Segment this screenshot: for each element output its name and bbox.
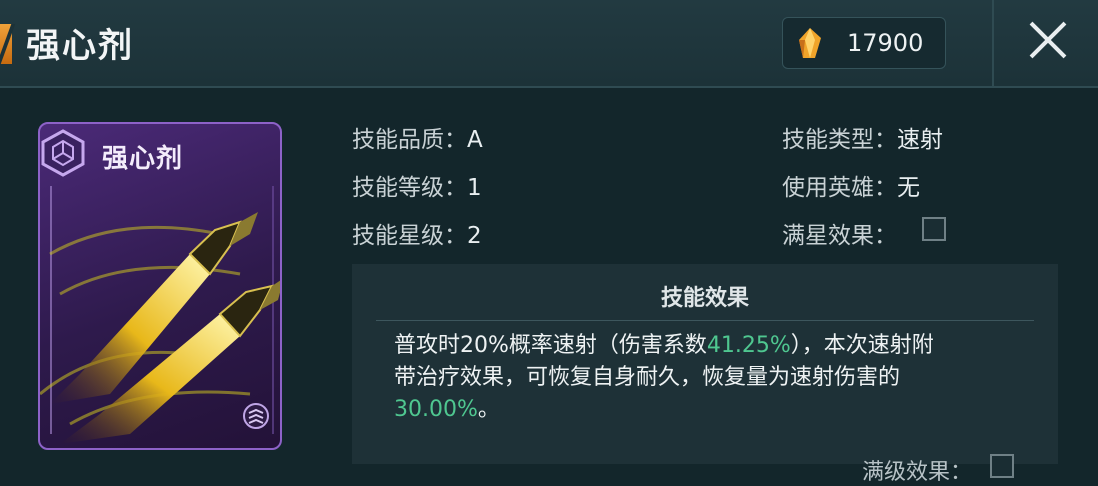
effect-description: 普攻时20%概率速射（伤害系数41.25%），本次速射附 带治疗效果，可恢复自身… xyxy=(394,330,1034,426)
star-row: 技能星级：2 xyxy=(352,216,482,250)
effect-line1-c: ），本次速射附 xyxy=(790,333,934,358)
skill-effect-panel: 技能效果 普攻时20%概率速射（伤害系数41.25%），本次速射附 带治疗效果，… xyxy=(352,264,1058,464)
level-label: 技能等级： xyxy=(352,175,467,201)
quality-row: 技能品质：A xyxy=(352,120,483,154)
star-label: 技能星级： xyxy=(352,223,467,249)
maxstar-checkbox[interactable] xyxy=(922,217,946,241)
level-value: 1 xyxy=(467,175,482,201)
effect-line2: 带治疗效果，可恢复自身耐久，恢复量为速射伤害的 xyxy=(394,365,901,390)
maxlevel-checkbox[interactable] xyxy=(990,454,1014,478)
effect-line3-b: 。 xyxy=(477,397,500,422)
type-label: 技能类型： xyxy=(782,127,897,153)
page-title: 强心剂 xyxy=(26,26,134,66)
crystal-gem-icon xyxy=(799,28,821,58)
quality-label: 技能品质： xyxy=(352,127,467,153)
maxstar-label: 满星效果： xyxy=(782,223,897,249)
currency-display: 17900 xyxy=(782,17,946,69)
effect-line1-a: 普攻时20%概率速射（伤害系数 xyxy=(394,333,707,358)
hexagon-emblem-icon xyxy=(41,129,85,177)
level-row: 技能等级：1 xyxy=(352,168,482,202)
top-bar: 强心剂 17900 xyxy=(0,0,1098,88)
hero-row: 使用英雄：无 xyxy=(782,168,920,202)
star-value: 2 xyxy=(467,223,482,249)
hero-value: 无 xyxy=(897,175,920,201)
quality-value: A xyxy=(467,127,483,153)
damage-coefficient: 41.25% xyxy=(706,333,791,358)
title-accent xyxy=(0,24,12,64)
rank-chevron-icon xyxy=(243,403,269,429)
card-title: 强心剂 xyxy=(102,144,184,174)
heal-percent: 30.00% xyxy=(394,397,478,422)
currency-amount: 17900 xyxy=(847,29,924,57)
effect-title: 技能效果 xyxy=(660,286,749,311)
hero-label: 使用英雄： xyxy=(782,175,897,201)
type-value: 速射 xyxy=(897,127,943,153)
close-button[interactable] xyxy=(1022,14,1074,66)
header-divider xyxy=(992,0,994,86)
type-row: 技能类型：速射 xyxy=(782,120,943,154)
maxlevel-label: 满级效果： xyxy=(862,460,973,485)
maxstar-row: 满星效果： xyxy=(782,216,897,250)
skill-card: 强心剂 xyxy=(38,122,282,450)
effect-divider xyxy=(376,320,1034,321)
